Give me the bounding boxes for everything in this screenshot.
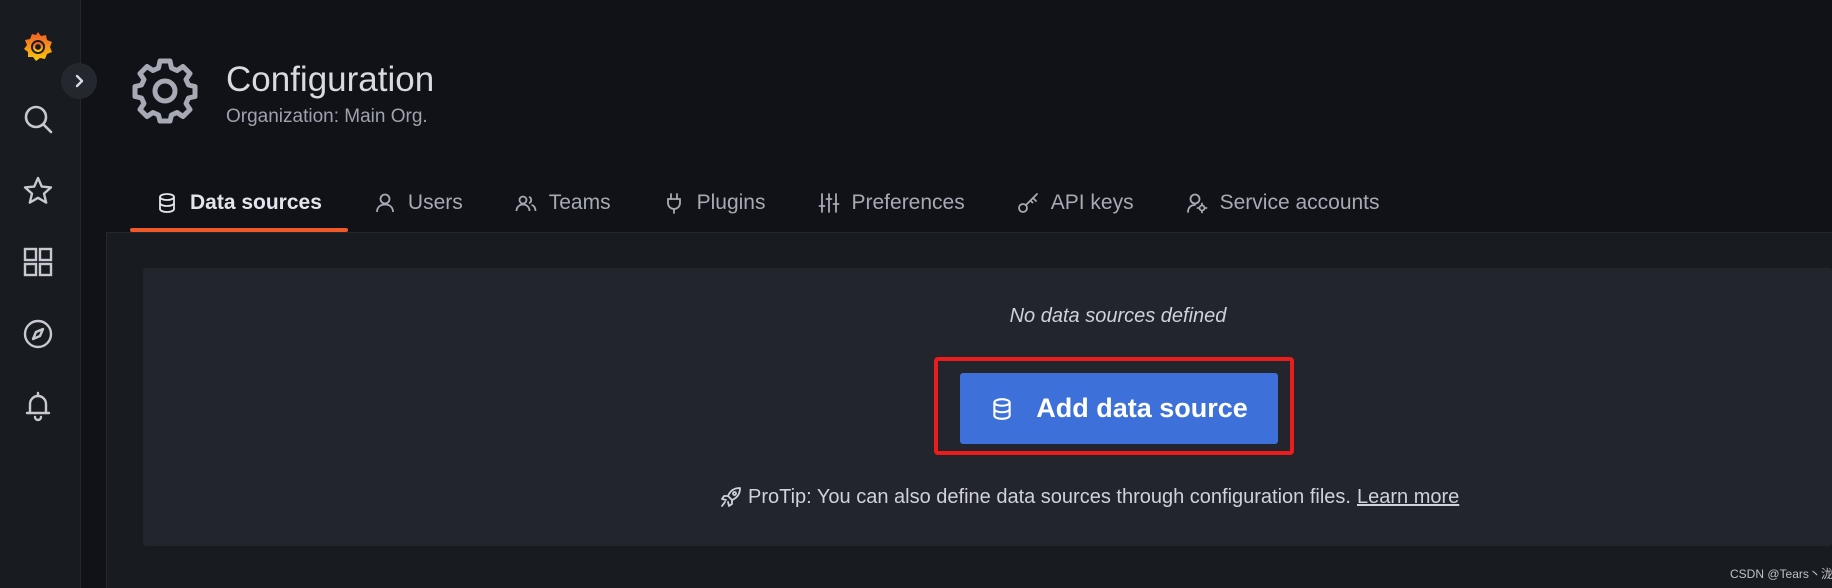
users-icon (515, 195, 537, 212)
tab-label: Service accounts (1219, 191, 1380, 214)
add-data-source-label: Add data source (1036, 393, 1248, 423)
config-tabs: Data sources Users Teams Plugins Prefere… (130, 180, 1406, 232)
page-title: Configuration (226, 60, 435, 99)
database-icon (159, 193, 175, 213)
dashboards-icon[interactable] (19, 243, 57, 281)
search-icon[interactable] (19, 100, 57, 138)
add-data-source-button[interactable]: Add data source (960, 373, 1278, 444)
user-icon (376, 193, 394, 213)
tab-teams[interactable]: Teams (489, 180, 637, 226)
protip-text: ProTip: You can also define data sources… (748, 485, 1351, 508)
rocket-icon (721, 487, 741, 507)
watermark: CSDN @Tears丶泷 (1730, 567, 1832, 581)
protip: ProTip: You can also define data sources… (720, 482, 1459, 512)
star-icon[interactable] (19, 172, 57, 210)
learn-more-link[interactable]: Learn more (1357, 486, 1459, 509)
tab-label: API keys (1050, 191, 1134, 214)
chevron-right-icon (75, 74, 84, 88)
tab-label: Data sources (190, 191, 322, 214)
sidebar-expand-button[interactable] (61, 63, 97, 99)
tab-preferences[interactable]: Preferences (792, 180, 991, 226)
grafana-logo-icon[interactable] (19, 27, 57, 65)
plug-icon (666, 193, 681, 214)
empty-state-message: No data sources defined (1009, 305, 1227, 327)
tab-label: Users (407, 191, 463, 214)
page-header: Configuration Organization: Main Org. (132, 58, 732, 128)
page-subtitle: Organization: Main Org. (226, 106, 428, 127)
alerting-bell-icon[interactable] (19, 387, 57, 425)
tab-label: Preferences (851, 191, 965, 214)
tab-api-keys[interactable]: API keys (991, 180, 1160, 226)
database-icon (993, 397, 1011, 420)
tab-service-accounts[interactable]: Service accounts (1160, 180, 1406, 226)
sliders-icon (818, 193, 839, 213)
user-cog-icon (1186, 193, 1208, 214)
tab-label: Teams (548, 191, 611, 214)
explore-compass-icon[interactable] (19, 315, 57, 353)
tab-plugins[interactable]: Plugins (637, 180, 792, 226)
gear-icon (132, 58, 198, 124)
tab-users[interactable]: Users (348, 180, 489, 226)
tab-label: Plugins (696, 191, 766, 214)
tab-data-sources[interactable]: Data sources (130, 180, 348, 232)
key-icon (1017, 193, 1038, 213)
